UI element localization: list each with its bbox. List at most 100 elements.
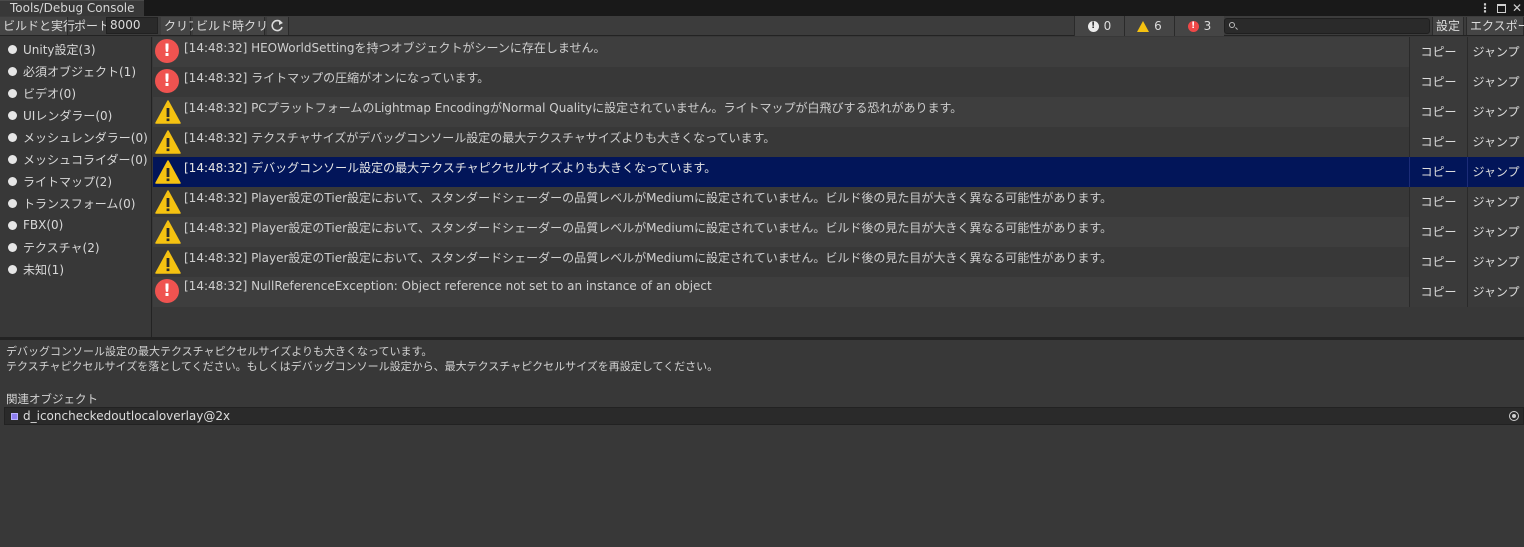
log-row-body[interactable]: [14:48:32] テクスチャサイズがデバッグコンソール設定の最大テクスチャサ…	[153, 127, 1409, 157]
log-row[interactable]: ! [14:48:32] NullReferenceException: Obje…	[153, 277, 1524, 307]
jump-button[interactable]: ジャンプ	[1467, 97, 1524, 127]
copy-button[interactable]: コピー	[1409, 217, 1467, 247]
sidebar-item-unknown[interactable]: 未知(1)	[8, 259, 64, 279]
radio-icon	[8, 44, 17, 54]
log-row-body[interactable]: [14:48:32] Player設定のTier設定において、スタンダードシェー…	[153, 187, 1409, 217]
log-message: [14:48:32] テクスチャサイズがデバッグコンソール設定の最大テクスチャサ…	[184, 131, 776, 145]
warning-icon	[155, 249, 181, 275]
copy-button[interactable]: コピー	[1409, 97, 1467, 127]
jump-button[interactable]: ジャンプ	[1467, 67, 1524, 97]
more-options-icon[interactable]: ⋮	[1479, 1, 1491, 15]
object-picker-icon[interactable]	[1509, 411, 1519, 421]
radio-icon	[8, 198, 17, 208]
info-count: 0	[1103, 19, 1112, 33]
clear-button[interactable]: クリア	[161, 17, 200, 35]
log-message: [14:48:32] NullReferenceException: Objec…	[184, 279, 712, 293]
jump-button[interactable]: ジャンプ	[1467, 277, 1524, 307]
log-row-body[interactable]: [14:48:32] Player設定のTier設定において、スタンダードシェー…	[153, 247, 1409, 277]
log-row[interactable]: [14:48:32] テクスチャサイズがデバッグコンソール設定の最大テクスチャサ…	[153, 127, 1524, 157]
detail-message: デバッグコンソール設定の最大テクスチャピクセルサイズよりも大きくなっています。	[6, 345, 433, 358]
build-and-run-button[interactable]: ビルドと実行	[0, 17, 75, 35]
jump-button[interactable]: ジャンプ	[1467, 37, 1524, 67]
log-row[interactable]: [14:48:32] PCプラットフォームのLightmap Encodingが…	[153, 97, 1524, 127]
sidebar-item-ui-renderer[interactable]: UIレンダラー(0)	[8, 105, 112, 125]
log-message: [14:48:32] Player設定のTier設定において、スタンダードシェー…	[184, 191, 1113, 205]
window-controls: ⋮ ✕	[1479, 0, 1524, 16]
log-row[interactable]: [14:48:32] デバッグコンソール設定の最大テクスチャピクセルサイズよりも…	[153, 157, 1524, 187]
copy-button[interactable]: コピー	[1409, 247, 1467, 277]
radio-icon	[8, 88, 17, 98]
error-icon: !	[155, 279, 181, 305]
log-message: [14:48:32] ライトマップの圧縮がオンになっています。	[184, 71, 490, 85]
log-row[interactable]: [14:48:32] Player設定のTier設定において、スタンダードシェー…	[153, 217, 1524, 247]
related-object-label: 関連オブジェクト	[6, 392, 98, 406]
warning-icon	[155, 129, 181, 155]
log-row-body[interactable]: [14:48:32] デバッグコンソール設定の最大テクスチャピクセルサイズよりも…	[153, 157, 1409, 187]
error-icon: !	[155, 39, 181, 65]
log-row[interactable]: [14:48:32] Player設定のTier設定において、スタンダードシェー…	[153, 247, 1524, 277]
title-bar: Tools/Debug Console ⋮ ✕	[0, 0, 1524, 16]
warning-count-toggle[interactable]: 6	[1124, 16, 1174, 36]
settings-button[interactable]: 設定	[1432, 17, 1464, 35]
sidebar-item-texture[interactable]: テクスチャ(2)	[8, 237, 100, 257]
warning-icon	[155, 189, 181, 215]
clear-on-build-toggle[interactable]: ビルド時クリア	[193, 17, 280, 35]
log-row[interactable]: [14:48:32] Player設定のTier設定において、スタンダードシェー…	[153, 187, 1524, 217]
sidebar-item-lightmap[interactable]: ライトマップ(2)	[8, 171, 112, 191]
jump-button[interactable]: ジャンプ	[1467, 127, 1524, 157]
maximize-icon[interactable]	[1496, 3, 1506, 13]
window-title: Tools/Debug Console	[10, 1, 135, 15]
copy-button[interactable]: コピー	[1409, 157, 1467, 187]
jump-button[interactable]: ジャンプ	[1467, 157, 1524, 187]
log-row[interactable]: ! [14:48:32] ライトマップの圧縮がオンになっています。 コピー ジャンプ	[153, 67, 1524, 97]
copy-button[interactable]: コピー	[1409, 127, 1467, 157]
log-message: [14:48:32] デバッグコンソール設定の最大テクスチャピクセルサイズよりも…	[184, 161, 717, 175]
search-field[interactable]	[1224, 18, 1430, 34]
sidebar-item-transform[interactable]: トランスフォーム(0)	[8, 193, 135, 213]
export-button[interactable]: エクスポート	[1466, 17, 1524, 35]
refresh-icon	[271, 19, 283, 32]
log-row-body[interactable]: ! [14:48:32] NullReferenceException: Obje…	[153, 277, 1409, 307]
error-icon: !	[155, 69, 181, 95]
radio-icon	[8, 220, 17, 230]
radio-icon	[8, 132, 17, 142]
warning-icon	[1137, 20, 1150, 32]
log-message: [14:48:32] Player設定のTier設定において、スタンダードシェー…	[184, 251, 1113, 265]
jump-button[interactable]: ジャンプ	[1467, 247, 1524, 277]
sidebar-item-unity-settings[interactable]: Unity設定(3)	[8, 39, 96, 59]
sidebar-item-video[interactable]: ビデオ(0)	[8, 83, 76, 103]
sidebar-item-required-objects[interactable]: 必須オブジェクト(1)	[8, 61, 136, 81]
window-tab[interactable]: Tools/Debug Console	[0, 0, 144, 16]
texture-icon	[11, 412, 18, 420]
log-row-body[interactable]: ! [14:48:32] HEOWorldSettingを持つオブジェクトがシーン…	[153, 37, 1409, 67]
refresh-button[interactable]	[267, 17, 289, 35]
error-count-toggle[interactable]: ! 3	[1174, 16, 1224, 36]
jump-button[interactable]: ジャンプ	[1467, 187, 1524, 217]
warning-icon	[155, 159, 181, 185]
radio-icon	[8, 154, 17, 164]
log-row-body[interactable]: [14:48:32] Player設定のTier設定において、スタンダードシェー…	[153, 217, 1409, 247]
related-object-field[interactable]: d_iconcheckedoutlocaloverlay@2x	[4, 407, 1524, 425]
info-count-toggle[interactable]: ! 0	[1074, 16, 1124, 36]
copy-button[interactable]: コピー	[1409, 187, 1467, 217]
close-icon[interactable]: ✕	[1512, 1, 1522, 15]
detail-suggestion: テクスチャピクセルサイズを落としてください。もしくはデバッグコンソール設定から、…	[6, 360, 719, 373]
copy-button[interactable]: コピー	[1409, 67, 1467, 97]
log-list: ! [14:48:32] HEOWorldSettingを持つオブジェクトがシーン…	[153, 37, 1524, 337]
log-row-body[interactable]: [14:48:32] PCプラットフォームのLightmap Encodingが…	[153, 97, 1409, 127]
category-sidebar: Unity設定(3) 必須オブジェクト(1) ビデオ(0) UIレンダラー(0)…	[0, 37, 152, 337]
log-row-body[interactable]: ! [14:48:32] ライトマップの圧縮がオンになっています。	[153, 67, 1409, 97]
warning-count: 6	[1154, 19, 1162, 33]
port-input[interactable]: 8000	[106, 17, 158, 34]
jump-button[interactable]: ジャンプ	[1467, 217, 1524, 247]
toolbar: ビルドと実行 ポート 8000 クリア ビルド時クリア ! 0 6 ! 3 設定…	[0, 16, 1524, 36]
warning-icon	[155, 99, 181, 125]
radio-icon	[8, 264, 17, 274]
sidebar-item-mesh-collider[interactable]: メッシュコライダー(0)	[8, 149, 148, 169]
copy-button[interactable]: コピー	[1409, 277, 1467, 307]
sidebar-item-mesh-renderer[interactable]: メッシュレンダラー(0)	[8, 127, 148, 147]
copy-button[interactable]: コピー	[1409, 37, 1467, 67]
error-count: 3	[1203, 19, 1212, 33]
sidebar-item-fbx[interactable]: FBX(0)	[8, 215, 63, 235]
log-row[interactable]: ! [14:48:32] HEOWorldSettingを持つオブジェクトがシーン…	[153, 37, 1524, 67]
